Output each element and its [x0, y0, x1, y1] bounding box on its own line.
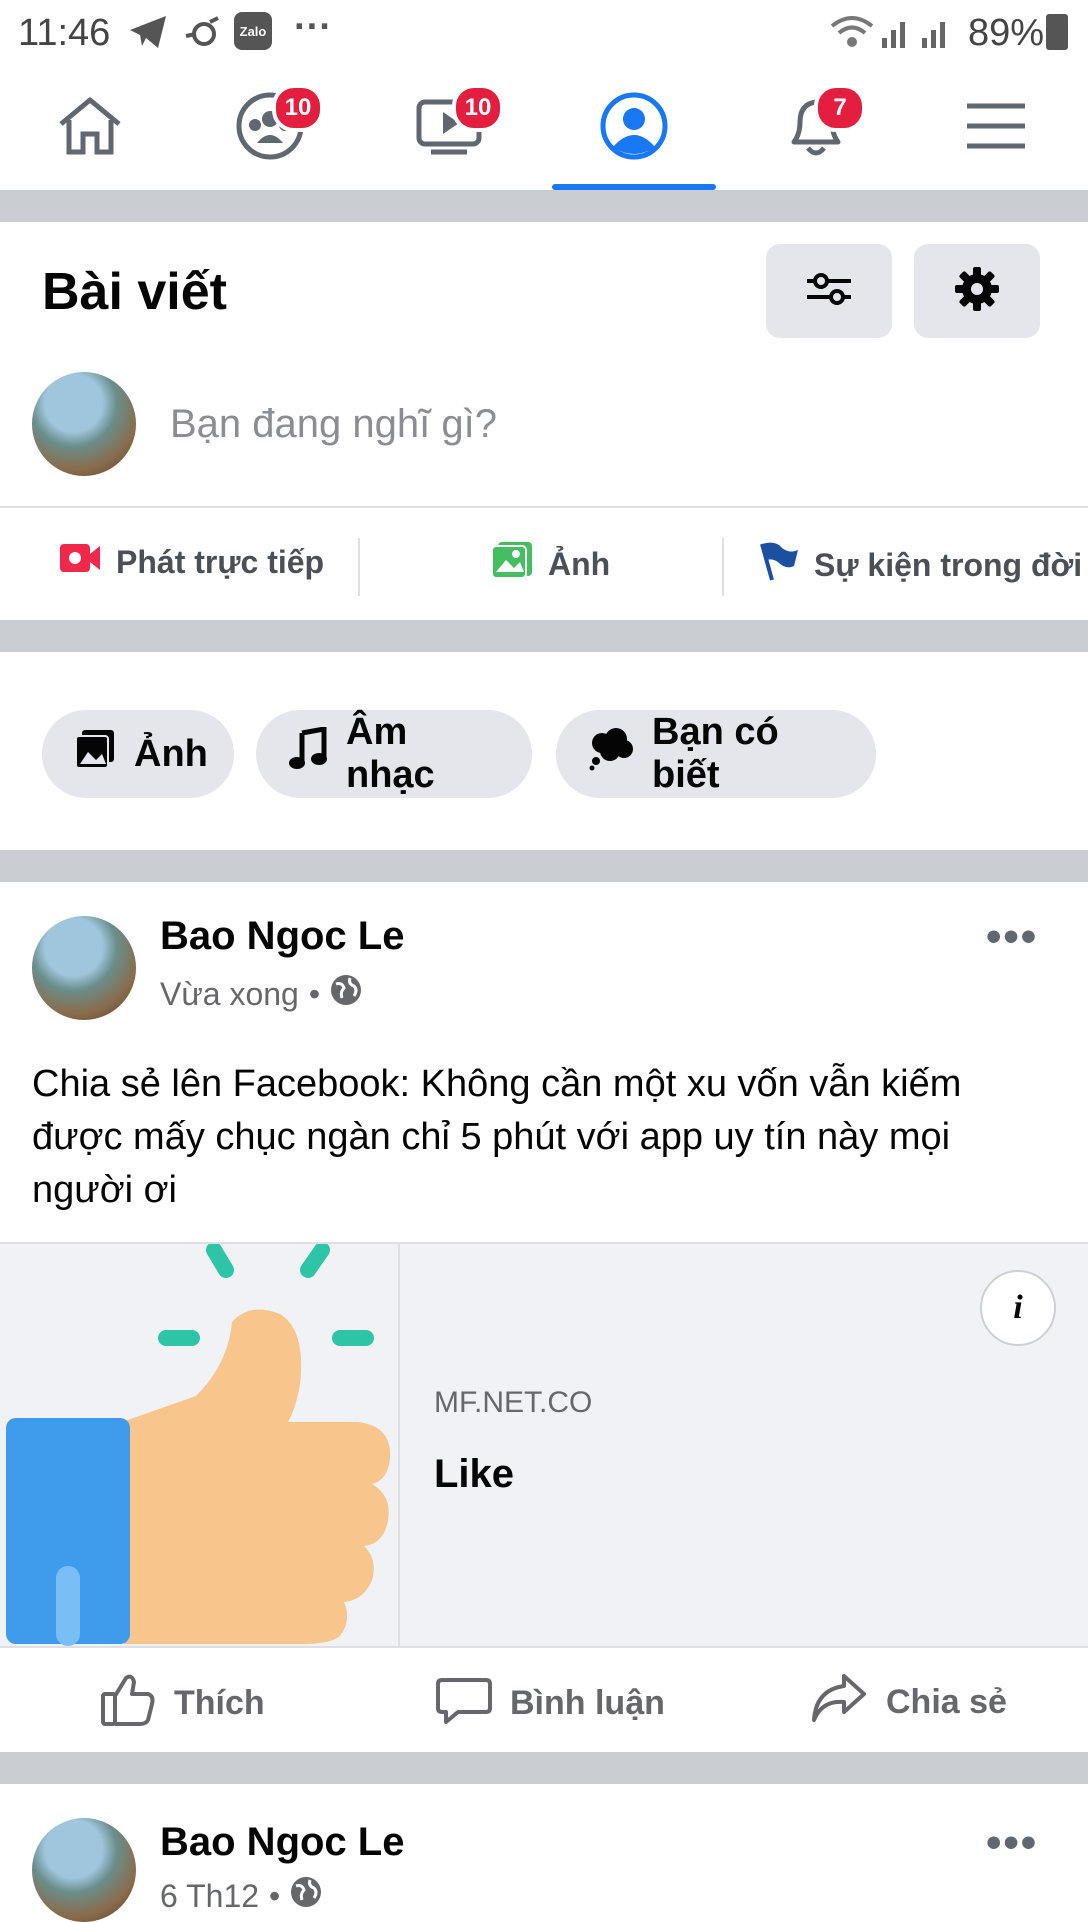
photo-button[interactable]: Ảnh: [490, 540, 610, 588]
like-button[interactable]: Thích: [100, 1672, 265, 1735]
life-event-button[interactable]: Sự kiện trong đời: [756, 540, 1082, 590]
separator-dot: •: [269, 1877, 281, 1914]
post-text: Chia sẻ lên Facebook: Không cần một xu v…: [32, 1063, 962, 1211]
tab-home[interactable]: [10, 66, 170, 190]
tab-profile[interactable]: [554, 66, 714, 190]
live-video-icon: [58, 540, 102, 584]
live-video-button[interactable]: Phát trực tiếp: [58, 540, 324, 584]
post-meta: Vừa xong •: [160, 974, 362, 1014]
status-bar: 11:46 Zalo ··· 89%: [0, 0, 1088, 66]
post-author-name[interactable]: Bao Ngoc Le: [160, 1820, 404, 1865]
thought-bubble-icon: [588, 727, 634, 781]
photo-icon: [74, 728, 116, 780]
globe-icon: [290, 1876, 322, 1916]
notifications-badge: 7: [814, 84, 866, 132]
battery-icon: [1046, 14, 1068, 50]
page-title: Bài viết: [42, 263, 227, 321]
filter-sliders-icon: [805, 269, 853, 314]
comment-button[interactable]: Bình luận: [436, 1672, 665, 1735]
avatar[interactable]: [32, 372, 136, 476]
menu-icon: [965, 100, 1027, 157]
link-preview-card[interactable]: i: [0, 1242, 1088, 1648]
post-more-button[interactable]: •••: [986, 912, 1038, 962]
status-time: 11:46: [18, 12, 111, 54]
telegram-icon: [128, 14, 168, 55]
bird-icon: [182, 16, 222, 55]
post-meta: 6 Th12 •: [160, 1876, 322, 1916]
section-divider: [0, 190, 1088, 222]
chip-did-you-know-label: Bạn có biết: [652, 711, 779, 796]
tab-watch[interactable]: 10: [370, 66, 530, 190]
life-event-label: Sự kiện trong đời: [814, 546, 1083, 583]
link-thumbnail: [0, 1244, 400, 1646]
groups-badge: 10: [272, 84, 324, 132]
post-time[interactable]: Vừa xong: [160, 976, 299, 1013]
profile-icon: [599, 91, 669, 166]
post-author-avatar[interactable]: [32, 1818, 136, 1922]
chip-did-you-know[interactable]: Bạn có biết: [556, 710, 876, 798]
tab-notifications[interactable]: 7: [736, 66, 896, 190]
ad-info-button[interactable]: i: [980, 1270, 1056, 1346]
watch-badge: 10: [452, 84, 504, 132]
battery-percent: 89%: [968, 12, 1045, 54]
divider: [722, 538, 724, 596]
section-divider: [0, 620, 1088, 652]
zalo-icon: Zalo: [234, 12, 272, 50]
thumbs-up-illustration-icon: [0, 1244, 398, 1646]
post-author-avatar[interactable]: [32, 916, 136, 1020]
gear-icon: [954, 266, 1000, 317]
signal-icon: [880, 14, 960, 55]
live-video-label: Phát trực tiếp: [116, 543, 325, 580]
top-nav: 10 10 7: [0, 66, 1088, 190]
filter-button[interactable]: [766, 244, 892, 338]
wifi-icon: [830, 14, 874, 55]
share-label: Chia sẻ: [886, 1683, 1007, 1721]
comment-label: Bình luận: [510, 1684, 665, 1722]
tab-menu[interactable]: [916, 66, 1076, 190]
post-author-name[interactable]: Bao Ngoc Le: [160, 914, 404, 959]
globe-icon: [330, 974, 362, 1014]
comment-icon: [436, 1672, 492, 1735]
flag-icon: [756, 540, 800, 590]
share-button[interactable]: Chia sẻ: [810, 1672, 1007, 1733]
chip-photos[interactable]: Ảnh: [42, 710, 234, 798]
more-dots-icon: ···: [294, 6, 332, 48]
post-time[interactable]: 6 Th12: [160, 1878, 259, 1915]
divider: [0, 506, 1088, 508]
like-label: Thích: [174, 1684, 265, 1722]
photo-icon: [490, 540, 534, 588]
settings-button[interactable]: [914, 244, 1040, 338]
tab-groups[interactable]: 10: [190, 66, 350, 190]
divider: [358, 538, 360, 596]
share-arrow-icon: [810, 1672, 868, 1733]
music-note-icon: [288, 726, 328, 781]
link-domain: MF.NET.CO: [434, 1386, 593, 1419]
chip-music-label: Âm nhạc: [346, 711, 435, 796]
composer-input[interactable]: Bạn đang nghĩ gì?: [170, 402, 497, 447]
thumbs-up-icon: [100, 1672, 156, 1735]
chip-photos-label: Ảnh: [134, 732, 208, 775]
photo-label: Ảnh: [548, 545, 611, 582]
link-title[interactable]: Like: [434, 1452, 514, 1497]
home-icon: [55, 94, 125, 163]
section-divider: [0, 1752, 1088, 1784]
post-more-button[interactable]: •••: [986, 1818, 1038, 1868]
section-divider: [0, 850, 1088, 882]
separator-dot: •: [308, 975, 321, 1012]
chip-music[interactable]: Âm nhạc: [256, 710, 532, 798]
